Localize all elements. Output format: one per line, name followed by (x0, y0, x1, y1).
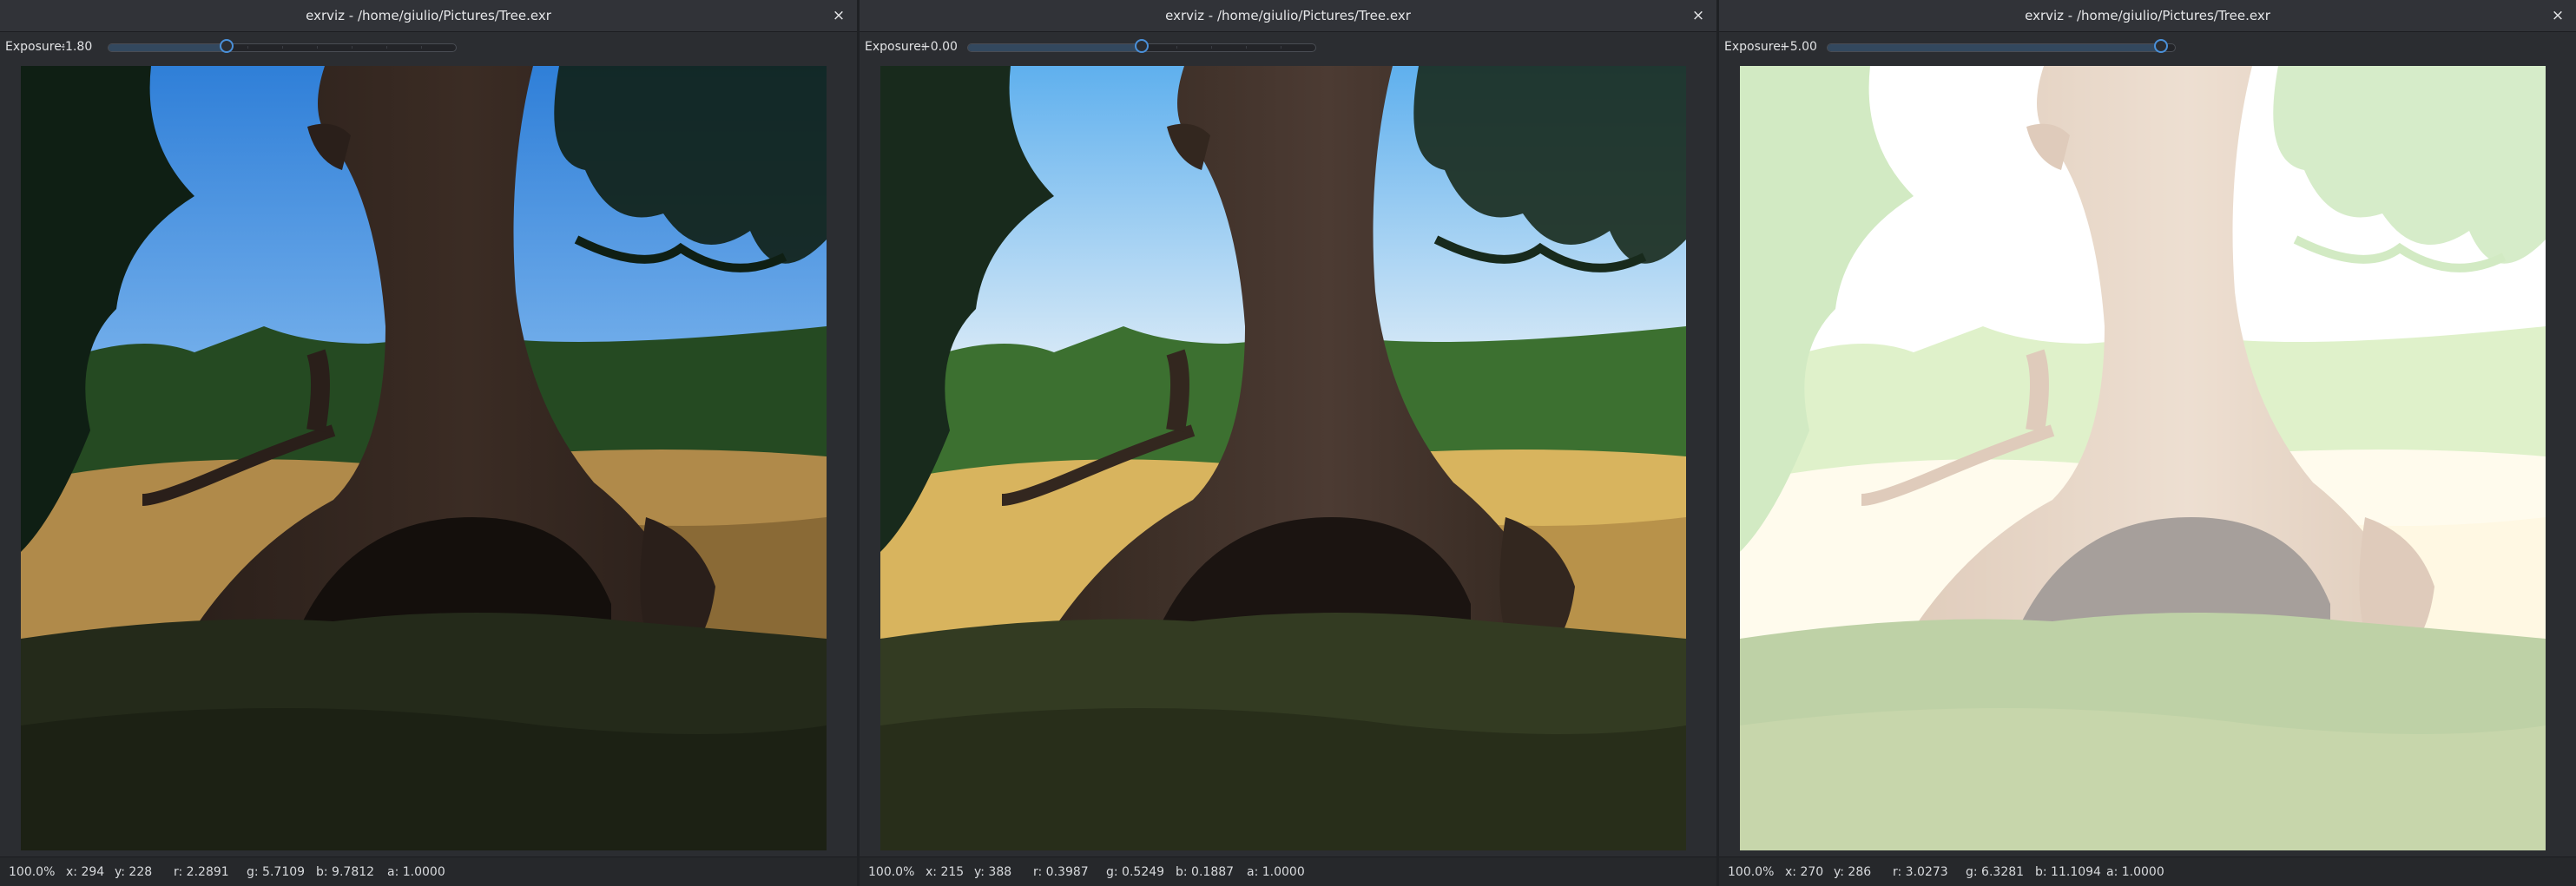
slider-knob[interactable] (220, 39, 234, 53)
pixel-b: b: 11.1094 (2035, 865, 2101, 879)
image-canvas[interactable] (860, 62, 1716, 857)
tree-image-graphic (21, 66, 827, 850)
cursor-y: y: 228 (115, 865, 153, 879)
titlebar[interactable]: exrviz - /home/giulio/Pictures/Tree.exr … (860, 0, 1716, 32)
tree-image[interactable] (21, 66, 827, 850)
exposure-slider[interactable] (108, 39, 457, 53)
pixel-a: a: 1.0000 (2106, 865, 2164, 879)
viewer-window-2: exrviz - /home/giulio/Pictures/Tree.exr … (860, 0, 1716, 886)
exposure-toolbar: Exposure: -1.80 (0, 32, 857, 63)
pixel-b: b: 0.1887 (1176, 865, 1235, 879)
cursor-x: x: 215 (926, 865, 965, 879)
slider-fill (968, 44, 1142, 51)
slider-fill (109, 44, 227, 51)
titlebar[interactable]: exrviz - /home/giulio/Pictures/Tree.exr … (1719, 0, 2576, 32)
titlebar[interactable]: exrviz - /home/giulio/Pictures/Tree.exr … (0, 0, 857, 32)
pixel-a: a: 1.0000 (1247, 865, 1305, 879)
exposure-label: Exposure: (1724, 40, 1785, 54)
close-icon[interactable]: × (829, 6, 848, 25)
exposure-value: -1.80 (61, 40, 93, 54)
pixel-r: r: 2.2891 (174, 865, 229, 879)
zoom-level: 100.0% (9, 865, 56, 879)
status-bar: 100.0% x: 215 y: 388 r: 0.3987 g: 0.5249… (860, 856, 1716, 886)
slider-knob[interactable] (2154, 39, 2168, 53)
viewer-window-1: exrviz - /home/giulio/Pictures/Tree.exr … (0, 0, 857, 886)
pixel-a: a: 1.0000 (387, 865, 445, 879)
pixel-g: g: 5.7109 (247, 865, 306, 879)
window-title: exrviz - /home/giulio/Pictures/Tree.exr (2025, 8, 2270, 23)
pixel-r: r: 3.0273 (1893, 865, 1948, 879)
exposure-value: +5.00 (1780, 40, 1817, 54)
window-title: exrviz - /home/giulio/Pictures/Tree.exr (1165, 8, 1411, 23)
window-title: exrviz - /home/giulio/Pictures/Tree.exr (306, 8, 551, 23)
cursor-y: y: 388 (974, 865, 1012, 879)
viewer-window-3: exrviz - /home/giulio/Pictures/Tree.exr … (1719, 0, 2576, 886)
image-canvas[interactable] (1719, 62, 2576, 857)
exposure-value: +0.00 (920, 40, 958, 54)
tree-image[interactable] (1740, 66, 2546, 850)
cursor-y: y: 286 (1834, 865, 1872, 879)
exposure-slider[interactable] (1827, 39, 2176, 53)
exposure-toolbar: Exposure: +0.00 (860, 32, 1716, 63)
tree-image[interactable] (880, 66, 1686, 850)
pixel-g: g: 0.5249 (1106, 865, 1165, 879)
slider-knob[interactable] (1135, 39, 1149, 53)
zoom-level: 100.0% (1728, 865, 1775, 879)
pixel-g: g: 6.3281 (1966, 865, 2025, 879)
cursor-x: x: 294 (66, 865, 105, 879)
pixel-r: r: 0.3987 (1033, 865, 1089, 879)
slider-fill (1828, 44, 2161, 51)
cursor-x: x: 270 (1785, 865, 1824, 879)
tree-image-graphic (1740, 66, 2546, 850)
close-icon[interactable]: × (2548, 6, 2567, 25)
exposure-toolbar: Exposure: +5.00 (1719, 32, 2576, 63)
pixel-b: b: 9.7812 (316, 865, 375, 879)
zoom-level: 100.0% (868, 865, 915, 879)
exposure-label: Exposure: (865, 40, 926, 54)
status-bar: 100.0% x: 294 y: 228 r: 2.2891 g: 5.7109… (0, 856, 857, 886)
status-bar: 100.0% x: 270 y: 286 r: 3.0273 g: 6.3281… (1719, 856, 2576, 886)
exposure-label: Exposure: (5, 40, 66, 54)
close-icon[interactable]: × (1689, 6, 1708, 25)
exposure-slider[interactable] (967, 39, 1316, 53)
tree-image-graphic (880, 66, 1686, 850)
image-canvas[interactable] (0, 62, 857, 857)
